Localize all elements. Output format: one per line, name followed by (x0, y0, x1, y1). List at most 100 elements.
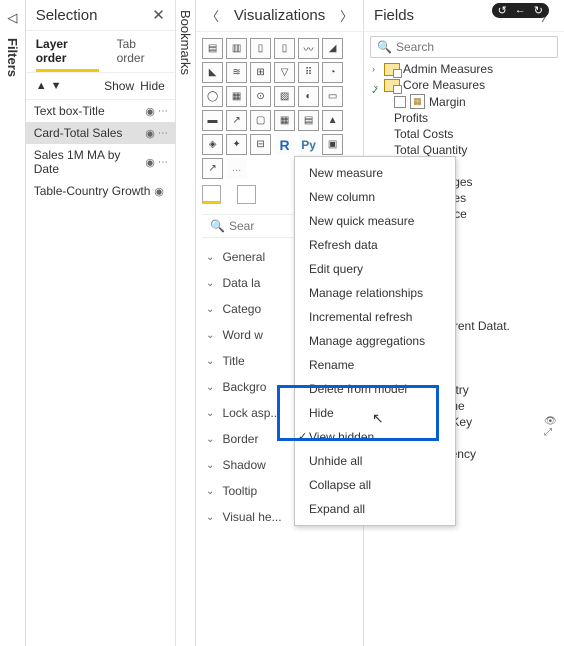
filters-pane-collapsed[interactable]: ◁ Filters (0, 0, 26, 646)
chevron-down-icon: ⌄ (206, 382, 214, 393)
measure-icon: ▦ (410, 94, 425, 109)
context-item[interactable]: New measure (295, 161, 455, 185)
fields-table[interactable]: ⌄Core Measures (364, 78, 564, 92)
visibility-icon[interactable]: ◉ (154, 185, 164, 198)
context-item[interactable]: Edit query (295, 257, 455, 281)
viz-donut-icon[interactable]: ◯ (202, 86, 223, 107)
more-icon[interactable]: ⋯ (158, 157, 167, 168)
chevron-down-icon: ⌄ (206, 252, 214, 263)
viz-waterfall-icon[interactable]: ⊞ (250, 62, 271, 83)
viz-stacked-bar-icon[interactable]: ▤ (202, 38, 223, 59)
fields-search-input[interactable] (396, 40, 551, 54)
viz-python-icon[interactable]: Py (298, 134, 319, 155)
layer-item[interactable]: Sales 1M MA by Date◉⋯ (26, 144, 175, 180)
checkbox[interactable] (394, 96, 406, 108)
bookmarks-pane-collapsed[interactable]: Bookmarks (176, 0, 196, 646)
search-icon: 🔍 (377, 40, 392, 54)
move-up-icon[interactable]: ▲ (36, 80, 47, 92)
layer-item-name: Card-Total Sales (34, 126, 146, 140)
viz-table-icon[interactable]: ▦ (274, 110, 295, 131)
chevron-down-icon: ⌄ (206, 408, 214, 419)
context-item[interactable]: Manage relationships (295, 281, 455, 305)
viz-stacked-col-icon[interactable]: ▯ (250, 38, 271, 59)
viz-kpi-icon[interactable]: ↗ (226, 110, 247, 131)
tab-layer-order[interactable]: Layer order (36, 31, 99, 72)
viz-filled-map-icon[interactable]: ▨ (274, 86, 295, 107)
layer-item[interactable]: Text box-Title◉⋯ (26, 100, 175, 122)
fields-field[interactable]: Profits (364, 111, 564, 125)
context-item[interactable]: Rename (295, 353, 455, 377)
hide-button[interactable]: Hide (140, 79, 165, 93)
context-item[interactable]: New column (295, 185, 455, 209)
viz-clustered-bar-icon[interactable]: ▥ (226, 38, 247, 59)
viz-stacked-area-icon[interactable]: ◣ (202, 62, 223, 83)
table-icon (384, 79, 400, 92)
viz-area-icon[interactable]: ◢ (322, 38, 343, 59)
context-item[interactable]: Delete from model (295, 377, 455, 401)
viz-qa-icon[interactable]: ▣ (322, 134, 343, 155)
chevron-down-icon: ⌄ (206, 304, 214, 315)
viz-matrix-icon[interactable]: ▤ (298, 110, 319, 131)
context-item[interactable]: Unhide all (295, 449, 455, 473)
viz-map-icon[interactable]: ⊙ (250, 86, 271, 107)
more-icon[interactable]: ⋯ (158, 106, 167, 117)
viz-r-icon[interactable]: R (274, 134, 295, 155)
layer-item[interactable]: Table-Country Growth◉ (26, 180, 175, 202)
layer-item[interactable]: Card-Total Sales◉⋯ (26, 122, 175, 144)
viz-treemap-icon[interactable]: ▦ (226, 86, 247, 107)
format-format-icon[interactable] (237, 185, 256, 204)
viz-arcgis-icon[interactable]: ▲ (322, 110, 343, 131)
context-item[interactable]: View hidden (295, 425, 455, 449)
fields-field[interactable]: ▦Margin (364, 94, 564, 109)
viz-pie-icon[interactable]: ◔ (322, 62, 343, 83)
visibility-icon[interactable]: ◉ (145, 156, 155, 169)
viz-decomp-icon[interactable]: ⊟ (250, 134, 271, 155)
fields-search[interactable]: 🔍 (370, 36, 558, 58)
viz-narrative-icon[interactable]: ↗ (202, 158, 223, 179)
fields-field[interactable]: Total Quantity (364, 143, 564, 157)
window-controls[interactable]: ↺←↻ (492, 3, 549, 18)
visibility-icon[interactable]: ◉ (145, 105, 155, 118)
viz-card-icon[interactable]: ▭ (322, 86, 343, 107)
viz-more-icon[interactable]: … (226, 158, 247, 179)
table-icon (384, 63, 400, 76)
chevron-right-icon[interactable]: 〉 (340, 6, 353, 25)
fields-table[interactable]: ›Admin Measures (364, 62, 564, 76)
close-icon[interactable]: ✕ (152, 6, 165, 24)
visibility-icon[interactable]: ◉ (145, 127, 155, 140)
chevron-down-icon: ⌄ (206, 512, 214, 523)
filters-label: Filters (5, 38, 20, 77)
chevron-down-icon: ⌄ (206, 278, 214, 289)
show-button[interactable]: Show (104, 79, 134, 93)
context-item[interactable]: Expand all (295, 497, 455, 521)
context-item[interactable]: Manage aggregations (295, 329, 455, 353)
viz-gauge-icon[interactable]: ◐ (298, 86, 319, 107)
viz-powerapps-icon[interactable]: ◈ (202, 134, 223, 155)
context-item[interactable]: Incremental refresh (295, 305, 455, 329)
chevron-left-icon[interactable]: 〈 (206, 6, 219, 25)
context-item[interactable]: Hide (295, 401, 455, 425)
layer-item-name: Sales 1M MA by Date (34, 148, 146, 176)
viz-line-icon[interactable]: 〰 (298, 38, 319, 59)
viz-key-inf-icon[interactable]: ✦ (226, 134, 247, 155)
tab-tab-order[interactable]: Tab order (117, 31, 165, 72)
context-item[interactable]: Collapse all (295, 473, 455, 497)
viz-clustered-col-icon[interactable]: ▯ (274, 38, 295, 59)
table-context-menu[interactable]: New measureNew columnNew quick measureRe… (294, 156, 456, 526)
move-down-icon[interactable]: ▼ (51, 80, 62, 92)
format-fields-icon[interactable] (202, 185, 221, 204)
viz-funnel-icon[interactable]: ▽ (274, 62, 295, 83)
context-item[interactable]: New quick measure (295, 209, 455, 233)
viz-multi-card-icon[interactable]: ▬ (202, 110, 223, 131)
viz-scatter-icon[interactable]: ⠿ (298, 62, 319, 83)
more-icon[interactable]: ⋯ (158, 128, 167, 139)
chevron-down-icon: ⌄ (206, 330, 214, 341)
selection-pane: Selection ✕ Layer order Tab order ▲ ▼ Sh… (26, 0, 176, 646)
fields-title: Fields (374, 7, 414, 24)
table-label: Core Measures (403, 78, 485, 92)
context-item[interactable]: Refresh data (295, 233, 455, 257)
table-label: Admin Measures (403, 62, 493, 76)
viz-slicer-icon[interactable]: ▢ (250, 110, 271, 131)
fields-field[interactable]: Total Costs (364, 127, 564, 141)
viz-ribbon-icon[interactable]: ≋ (226, 62, 247, 83)
